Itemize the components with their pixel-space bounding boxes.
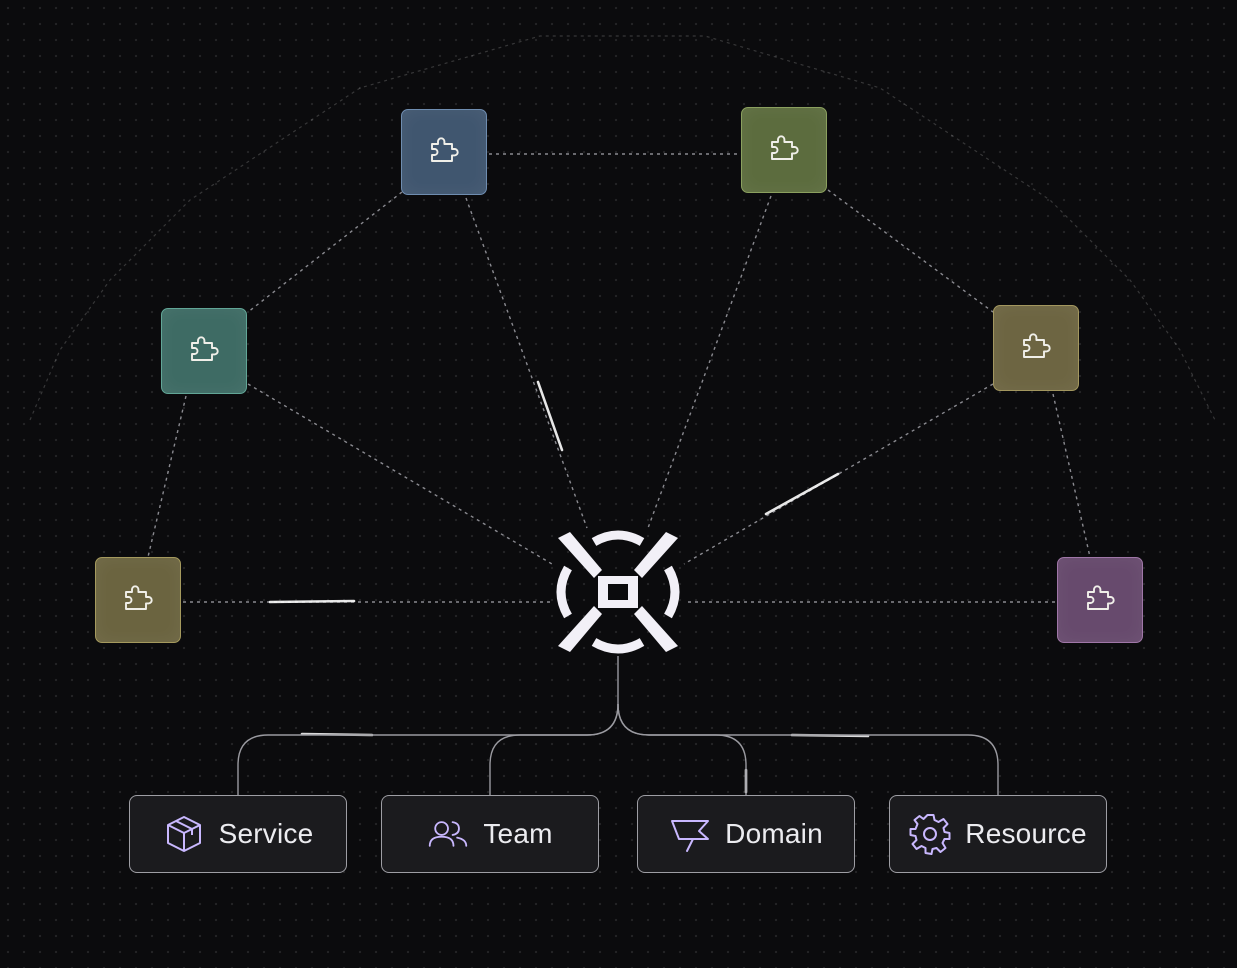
puzzle-icon — [1082, 580, 1118, 621]
puzzle-icon — [426, 132, 462, 173]
line-mid-left-hub — [247, 383, 553, 565]
line-top-left-mid-left — [247, 191, 403, 313]
signal-glow — [536, 380, 564, 452]
tree-branch-resource — [617, 703, 999, 795]
package-icon — [163, 813, 205, 855]
entity-label-service: Service — [218, 818, 314, 849]
puzzle-icon — [766, 130, 802, 171]
entity-card-domain[interactable]: Domain — [637, 795, 855, 873]
plugin-node-top-right[interactable] — [741, 107, 827, 193]
plugin-node-top-left[interactable] — [401, 109, 487, 195]
tree-branch-domain — [617, 703, 747, 795]
plugin-node-low-right[interactable] — [1057, 557, 1143, 643]
signal-glow — [764, 472, 840, 516]
signal-glow — [268, 599, 356, 604]
line-mid-right-low-right — [1052, 393, 1091, 558]
tree-branch-team — [489, 703, 619, 795]
gear-icon — [909, 813, 951, 855]
plugin-node-mid-left[interactable] — [161, 308, 247, 394]
entity-card-service[interactable]: Service — [129, 795, 347, 873]
entity-label-resource: Resource — [965, 818, 1087, 849]
line-mid-left-low-left — [147, 395, 187, 558]
puzzle-icon — [1018, 328, 1054, 369]
plugin-node-low-left[interactable] — [95, 557, 181, 643]
puzzle-icon — [120, 580, 156, 621]
plugin-node-mid-right[interactable] — [993, 305, 1079, 391]
users-icon — [427, 813, 469, 855]
tree-branch-service — [237, 703, 619, 795]
line-top-right-hub — [647, 195, 772, 529]
entity-label-domain: Domain — [725, 818, 823, 849]
line-top-left-hub — [465, 197, 588, 529]
entity-card-team[interactable]: Team — [381, 795, 599, 873]
integration-diagram: Service Team Domain Resource — [0, 0, 1237, 968]
hub-logo — [556, 530, 680, 654]
line-top-right-mid-right — [827, 189, 994, 313]
flag-icon — [669, 813, 711, 855]
hub-logo-icon — [556, 530, 680, 654]
puzzle-icon — [186, 331, 222, 372]
entity-tree-lines — [237, 656, 999, 795]
entity-card-resource[interactable]: Resource — [889, 795, 1107, 873]
entity-label-team: Team — [483, 818, 553, 849]
